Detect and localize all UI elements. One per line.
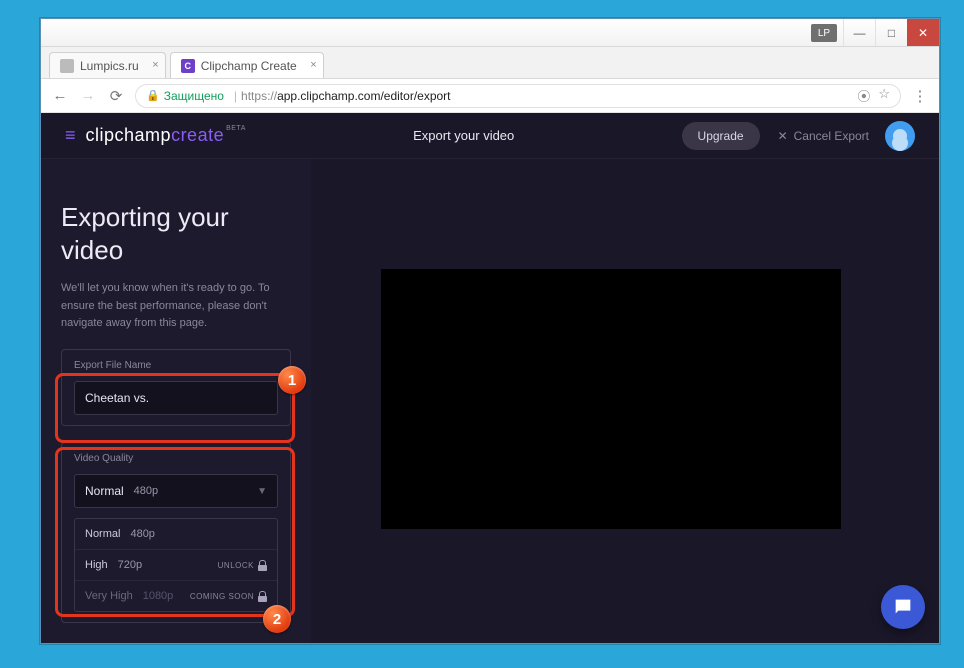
tab-close-icon[interactable]: × (310, 59, 316, 71)
favicon-icon (60, 59, 74, 73)
window-minimize-button[interactable]: — (843, 19, 875, 46)
export-sidebar: Exporting your video We'll let you know … (41, 159, 311, 643)
menu-icon[interactable]: ⋮ (911, 87, 929, 105)
tab-label: Lumpics.ru (80, 59, 139, 73)
browser-tabbar: Lumpics.ru × C Clipchamp Create × (41, 47, 939, 79)
tab-label: Clipchamp Create (201, 59, 297, 73)
sidebar-subtitle: We'll let you know when it's ready to go… (61, 280, 291, 333)
window-maximize-button[interactable]: □ (875, 19, 907, 46)
window-titlebar: LP — □ ✕ (41, 19, 939, 47)
clipchamp-app: ≡ clipchampcreateBETA Export your video … (41, 113, 939, 643)
lock-icon: 🔒 (146, 89, 160, 102)
page-title: Export your video (246, 128, 682, 143)
favicon-icon: C (181, 59, 195, 73)
translate-icon[interactable]: ⦿ (857, 86, 870, 105)
quality-option-normal[interactable]: Normal 480p (75, 519, 277, 549)
url-text: app.clipchamp.com/editor/export (277, 89, 450, 103)
chevron-down-icon: ▼ (257, 486, 267, 497)
browser-window: LP — □ ✕ Lumpics.ru × C Clipchamp Create… (40, 18, 940, 644)
window-close-button[interactable]: ✕ (907, 19, 939, 46)
filename-input[interactable]: Cheetan vs. (74, 381, 278, 415)
quality-panel: Video Quality Normal 480p ▼ Normal 480p … (61, 442, 291, 623)
quality-dropdown: Normal 480p High 720p UNLOCK Very High 1… (74, 518, 278, 612)
quality-option-veryhigh: Very High 1080p COMING SOON (75, 580, 277, 611)
avatar[interactable] (885, 121, 915, 151)
back-icon[interactable]: ← (51, 87, 69, 104)
forward-icon[interactable]: → (79, 87, 97, 104)
quality-select[interactable]: Normal 480p ▼ (74, 474, 278, 508)
app-header: ≡ clipchampcreateBETA Export your video … (41, 113, 939, 159)
browser-tab-clipchamp[interactable]: C Clipchamp Create × (170, 52, 324, 78)
lock-icon (258, 591, 267, 602)
chat-icon (892, 596, 914, 618)
tab-close-icon[interactable]: × (152, 59, 158, 71)
app-body: Exporting your video We'll let you know … (41, 159, 939, 643)
video-preview (381, 269, 841, 529)
reload-icon[interactable]: ⟳ (107, 87, 125, 105)
address-bar: ← → ⟳ 🔒 Защищено | https:// app.clipcham… (41, 79, 939, 113)
hamburger-icon[interactable]: ≡ (65, 125, 74, 146)
preview-area (311, 159, 939, 643)
star-icon[interactable]: ☆ (878, 86, 890, 105)
quality-option-high[interactable]: High 720p UNLOCK (75, 549, 277, 580)
quality-selected-name: Normal (85, 484, 124, 498)
lock-icon (258, 560, 267, 571)
brand-logo[interactable]: clipchampcreateBETA (86, 125, 246, 146)
lp-badge: LP (811, 24, 837, 42)
url-field[interactable]: 🔒 Защищено | https:// app.clipchamp.com/… (135, 84, 901, 108)
cancel-export-button[interactable]: ✕ Cancel Export (778, 129, 869, 143)
upgrade-button[interactable]: Upgrade (682, 122, 760, 150)
quality-label: Video Quality (74, 453, 278, 464)
chat-button[interactable] (881, 585, 925, 629)
close-icon: ✕ (778, 129, 788, 143)
secure-label: Защищено (164, 89, 224, 103)
filename-label: Export File Name (74, 360, 278, 371)
browser-tab-lumpics[interactable]: Lumpics.ru × (49, 52, 166, 78)
quality-selected-res: 480p (134, 485, 158, 497)
sidebar-heading: Exporting your video (61, 201, 291, 266)
url-protocol: https:// (241, 89, 277, 103)
filename-panel: Export File Name Cheetan vs. (61, 349, 291, 426)
